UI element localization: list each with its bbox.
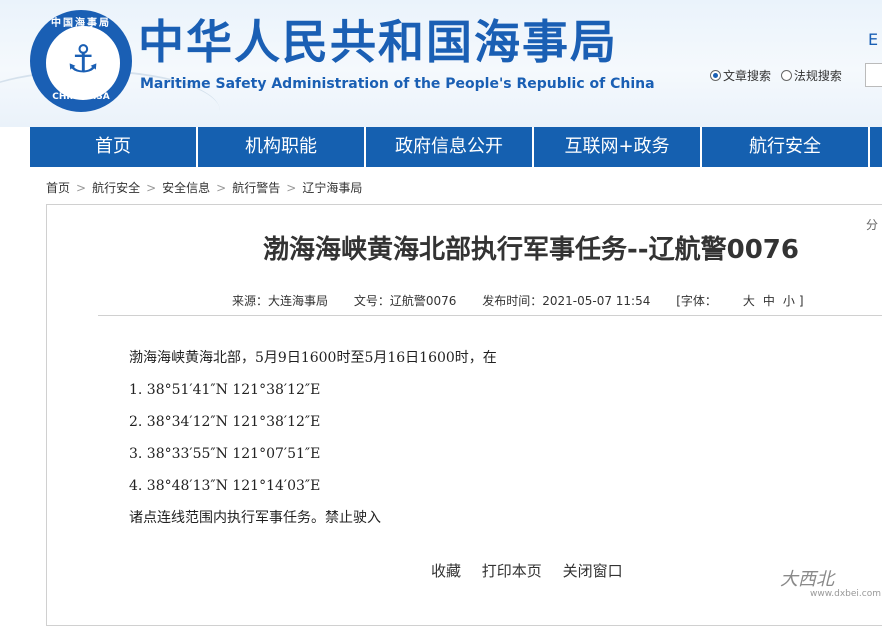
coordinate-point-2: 2. 38°34′12″N 121°38′12″E xyxy=(129,414,321,430)
font-size-large[interactable]: 大 xyxy=(743,294,755,308)
site-subtitle: Maritime Safety Administration of the Pe… xyxy=(140,76,655,92)
coordinate-point-1: 1. 38°51′41″N 121°38′12″E xyxy=(129,382,321,398)
breadcrumb-separator: > xyxy=(76,181,87,195)
breadcrumb-safety-info[interactable]: 安全信息 xyxy=(162,181,210,195)
english-link[interactable]: E xyxy=(868,30,878,49)
nav-item-internet-gov[interactable]: 互联网+政务 xyxy=(534,127,702,167)
anchor-icon: ⚓ xyxy=(65,37,101,81)
radio-checked-icon xyxy=(710,70,721,81)
breadcrumb-liaoning-msa[interactable]: 辽宁海事局 xyxy=(302,181,362,195)
print-button[interactable]: 打印本页 xyxy=(482,562,542,580)
coordinate-point-3: 3. 38°33′55″N 121°07′51″E xyxy=(129,446,321,462)
close-window-button[interactable]: 关闭窗口 xyxy=(563,562,623,580)
search-option-articles[interactable]: 文章搜索 xyxy=(710,69,771,83)
logo-bottom-text: CHINA MSA xyxy=(52,92,110,102)
watermark-text: 大西北 xyxy=(780,569,834,590)
breadcrumb-separator: > xyxy=(146,181,157,195)
article-publish-time: 发布时间：2021-05-07 11:54 xyxy=(482,294,651,308)
site-header: 中国海事局 ⚓ CHINA MSA 中华人民共和国海事局 Maritime Sa… xyxy=(0,0,882,127)
watermark-url: www.dxbei.com xyxy=(810,589,881,599)
search-type-options: 文章搜索 法规搜索 xyxy=(710,67,848,84)
nav-item-home[interactable]: 首页 xyxy=(30,127,198,167)
nav-item-nav-safety[interactable]: 航行安全 xyxy=(702,127,870,167)
search-input[interactable] xyxy=(865,63,882,87)
font-size-control: [字体：大中小] xyxy=(676,294,804,308)
article-title: 渤海海峡黄海北部执行军事任务--辽航警0076 xyxy=(263,235,799,265)
breadcrumb-home[interactable]: 首页 xyxy=(46,181,70,195)
article-actions: 收藏 打印本页 关闭窗口 xyxy=(431,560,639,581)
nav-item-gov-info[interactable]: 政府信息公开 xyxy=(366,127,534,167)
main-nav: 首页 机构职能 政府信息公开 互联网+政务 航行安全 xyxy=(30,127,882,167)
coordinate-point-4: 4. 38°48′13″N 121°14′03″E xyxy=(129,478,321,494)
meta-divider xyxy=(98,315,882,316)
breadcrumb-separator: > xyxy=(286,181,297,195)
article-meta: 来源：大连海事局 文号：辽航警0076 发布时间：2021-05-07 11:5… xyxy=(232,292,826,309)
site-title[interactable]: 中华人民共和国海事局 xyxy=(138,14,618,70)
article-body: 渤海海峡黄海北部，5月9日1600时至5月16日1600时，在 1. 38°51… xyxy=(129,342,497,534)
font-size-medium[interactable]: 中 xyxy=(763,294,775,308)
breadcrumb-separator: > xyxy=(216,181,227,195)
breadcrumb: 首页 > 航行安全 > 安全信息 > 航行警告 > 辽宁海事局 xyxy=(46,179,362,196)
favorite-button[interactable]: 收藏 xyxy=(431,562,461,580)
msa-logo[interactable]: 中国海事局 ⚓ CHINA MSA xyxy=(30,10,132,112)
breadcrumb-nav-warnings[interactable]: 航行警告 xyxy=(232,181,280,195)
article-source: 来源：大连海事局 xyxy=(232,294,329,308)
article-paragraph: 渤海海峡黄海北部，5月9日1600时至5月16日1600时，在 xyxy=(129,350,497,366)
nav-item-functions[interactable]: 机构职能 xyxy=(198,127,366,167)
logo-inner: ⚓ xyxy=(46,26,120,100)
font-size-small[interactable]: 小 xyxy=(783,294,795,308)
article-doc-number: 文号：辽航警0076 xyxy=(353,294,457,308)
breadcrumb-nav-safety[interactable]: 航行安全 xyxy=(92,181,140,195)
article-paragraph: 诸点连线范围内执行军事任务。禁止驶入 xyxy=(129,510,381,526)
radio-unchecked-icon xyxy=(780,70,792,81)
search-option-regulations[interactable]: 法规搜索 xyxy=(780,69,842,83)
